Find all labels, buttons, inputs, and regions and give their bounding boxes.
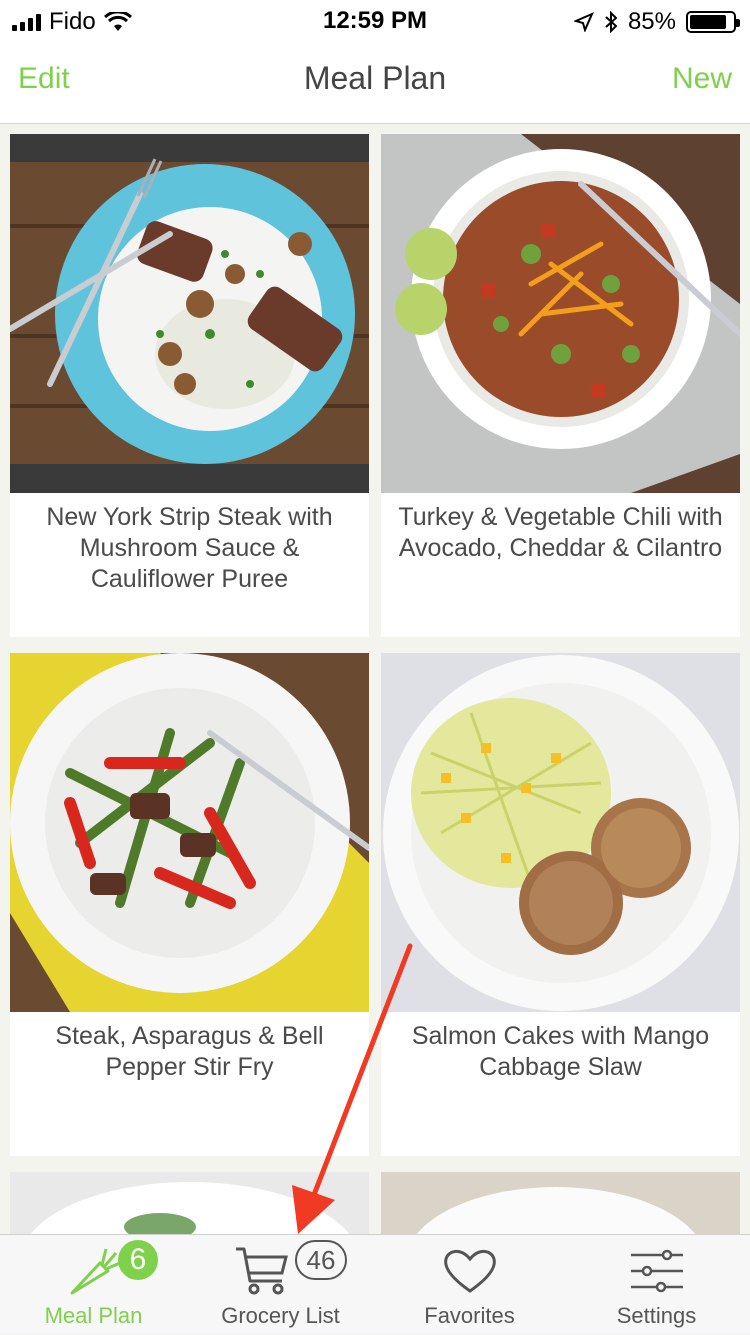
recipe-card[interactable] [10, 1172, 369, 1234]
recipe-title: Steak, Asparagus & Bell Pepper Stir Fry [55, 1022, 324, 1081]
heart-icon [443, 1250, 496, 1293]
recipe-title: Turkey & Vegetable Chili with Avocado, C… [398, 503, 723, 562]
recipe-photo [10, 653, 369, 1012]
grocery-list-badge: 46 [295, 1240, 347, 1280]
tab-grocery-list[interactable]: Grocery List [187, 1235, 374, 1335]
tab-label: Meal Plan [44, 1303, 143, 1328]
recipe-photo [381, 134, 740, 493]
recipe-photo [10, 134, 369, 493]
tab-favorites[interactable]: Favorites [376, 1235, 563, 1335]
sliders-icon [630, 1249, 683, 1293]
tab-label: Settings [616, 1303, 697, 1328]
navigation-bar: Edit Meal Plan New [0, 40, 750, 124]
status-bar: Fido 12:59 PM 85% [0, 0, 750, 40]
location-icon [573, 12, 594, 32]
carrot-icon [70, 1248, 121, 1295]
recipe-card[interactable]: Steak, Asparagus & Bell Pepper Stir Fry [10, 653, 369, 1156]
tab-label: Grocery List [221, 1303, 340, 1328]
tab-meal-plan[interactable]: 6 Meal Plan [0, 1235, 187, 1335]
recipe-title: Salmon Cakes with Mango Cabbage Slaw [411, 1022, 710, 1081]
recipe-photo [381, 653, 740, 1012]
battery-icon [686, 11, 740, 33]
meal-plan-badge: 6 [118, 1240, 158, 1280]
tab-settings[interactable]: Settings [563, 1235, 750, 1335]
recipe-card[interactable]: New York Strip Steak with Mushroom Sauce… [10, 134, 369, 637]
new-button[interactable]: New [672, 62, 732, 96]
tab-bar: 6 Meal Plan Grocery List 46 Favorites Se… [0, 1234, 750, 1334]
recipe-card[interactable] [381, 1172, 740, 1234]
tab-label: Favorites [424, 1303, 515, 1328]
recipe-photo [10, 1172, 369, 1234]
recipe-card[interactable]: Salmon Cakes with Mango Cabbage Slaw [381, 653, 740, 1156]
battery-percent: 85% [627, 8, 676, 35]
cart-icon [235, 1247, 288, 1295]
recipe-photo [381, 1172, 740, 1234]
bluetooth-icon [605, 11, 618, 33]
recipe-card[interactable]: Turkey & Vegetable Chili with Avocado, C… [381, 134, 740, 637]
page-title: Meal Plan [303, 60, 447, 96]
recipe-title: New York Strip Steak with Mushroom Sauce… [46, 503, 333, 593]
